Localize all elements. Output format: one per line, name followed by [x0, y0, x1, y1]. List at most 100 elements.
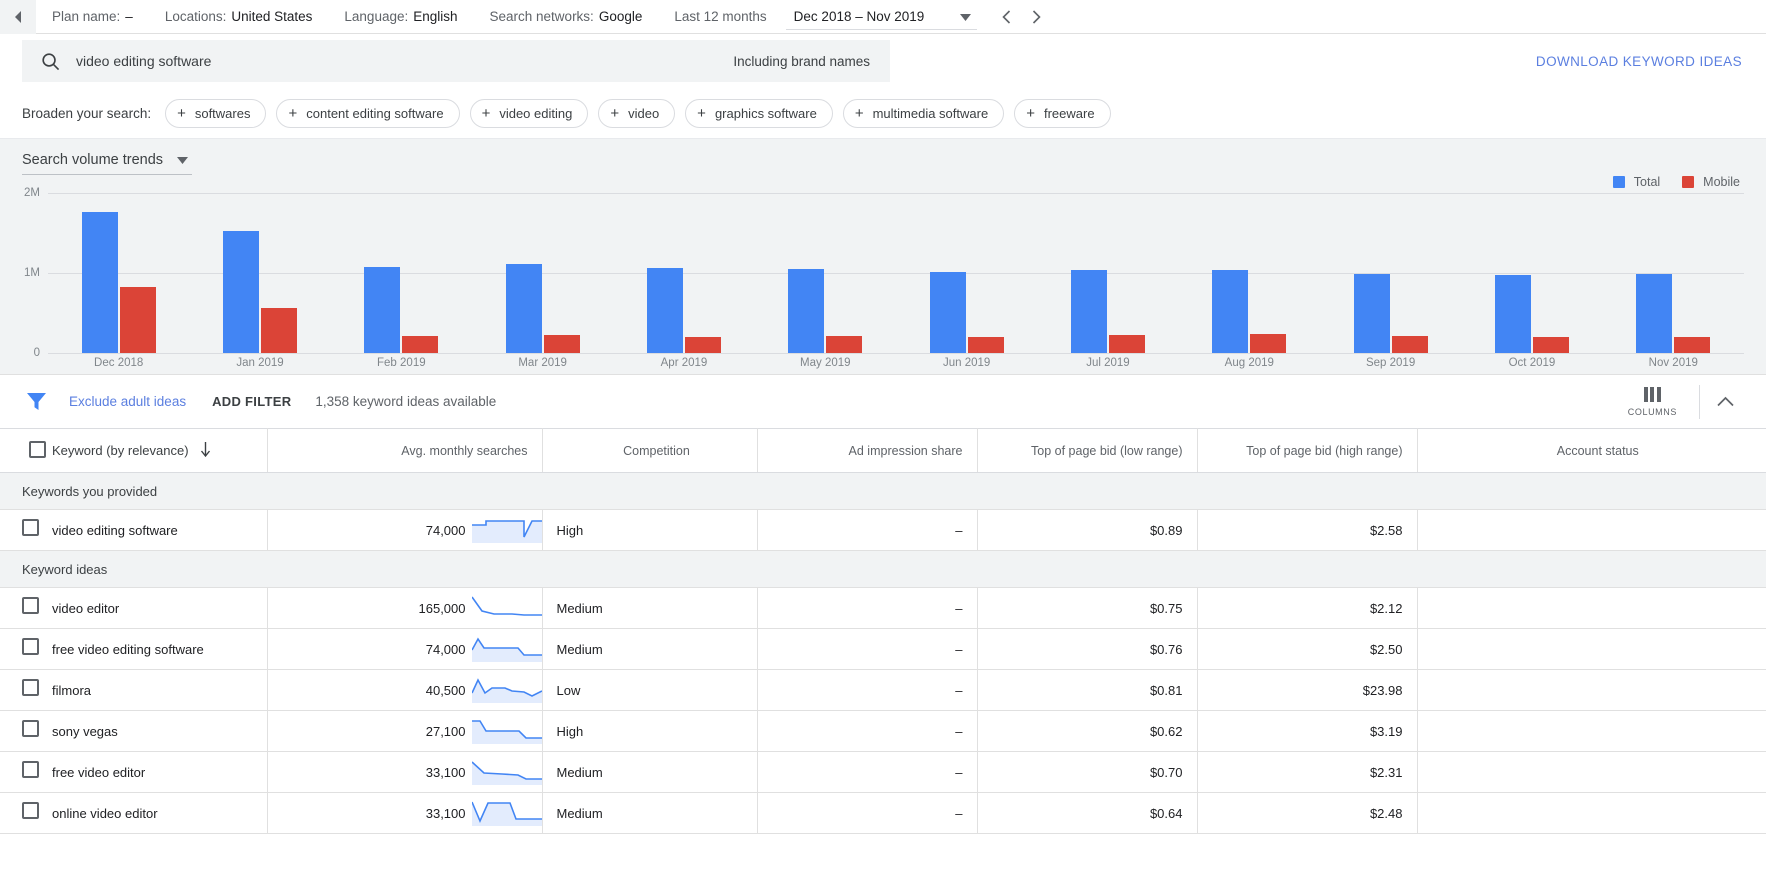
column-header-impression-share[interactable]: Ad impression share — [757, 428, 978, 473]
table-row[interactable]: filmora 40,500 Low – $0.81 $23.98 — [0, 669, 1766, 711]
cell-keyword[interactable]: filmora — [52, 669, 268, 711]
chart-bar-mobile[interactable] — [119, 286, 156, 353]
chart-month-group[interactable] — [755, 193, 896, 353]
setting-plan-name[interactable]: Plan name: – — [52, 9, 133, 24]
chart-bar-total[interactable] — [1353, 273, 1390, 353]
chart-bar-mobile[interactable] — [826, 335, 863, 353]
chart-bar-mobile[interactable] — [1391, 335, 1428, 353]
cell-keyword[interactable]: free video editing software — [52, 628, 268, 670]
chart-bar-total[interactable] — [364, 267, 401, 353]
chart-month-group[interactable] — [189, 193, 330, 353]
download-keyword-ideas-button[interactable]: DOWNLOAD KEYWORD IDEAS — [1536, 54, 1742, 69]
chart-bar-total[interactable] — [1636, 273, 1673, 353]
cell-keyword[interactable]: video editor — [52, 587, 268, 629]
broaden-chip-softwares[interactable]: + softwares — [165, 98, 267, 128]
chart-month-group[interactable] — [896, 193, 1037, 353]
table-row[interactable]: sony vegas 27,100 High – $0.62 $3.19 — [0, 710, 1766, 752]
legend-item-total[interactable]: Total — [1612, 175, 1660, 189]
legend-item-mobile[interactable]: Mobile — [1682, 175, 1740, 189]
search-input[interactable]: video editing software — [76, 53, 733, 69]
chart-title: Search volume trends — [22, 152, 164, 168]
collapse-panel-button[interactable] — [0, 0, 36, 34]
table-row[interactable]: video editing software 74,000 High – $0.89 $2… — [0, 509, 1766, 551]
chart-bar-mobile[interactable] — [967, 336, 1004, 353]
table-row[interactable]: free video editing software 74,000 Medium –… — [0, 628, 1766, 670]
table-row[interactable]: online video editor 33,100 Medium – $0.64 $2.… — [0, 792, 1766, 834]
columns-button[interactable]: COLUMNS — [1610, 386, 1695, 417]
setting-locations[interactable]: Locations: United States — [165, 9, 313, 24]
cell-keyword[interactable]: free video editor — [52, 751, 268, 793]
chart-month-group[interactable] — [1037, 193, 1178, 353]
add-filter-button[interactable]: ADD FILTER — [212, 394, 291, 409]
broaden-chip-content-editing-software[interactable]: + content editing software — [276, 98, 460, 128]
chart-bar-mobile[interactable] — [1108, 335, 1145, 353]
table-row[interactable]: free video editor 33,100 Medium – $0.70 $2.31 — [0, 751, 1766, 793]
column-header-bid-low[interactable]: Top of page bid (low range) — [977, 428, 1198, 473]
select-all-checkbox[interactable] — [28, 440, 46, 458]
filter-icon[interactable] — [26, 392, 47, 411]
cell-keyword[interactable]: video editing software — [52, 509, 268, 551]
date-range-value: Dec 2018 – Nov 2019 — [793, 8, 925, 24]
row-checkbox[interactable] — [22, 720, 39, 737]
chart-metric-selector[interactable]: Search volume trends — [22, 151, 193, 175]
row-checkbox[interactable] — [22, 679, 39, 696]
next-period-button[interactable] — [1021, 2, 1051, 32]
keyword-search-box[interactable]: video editing software Including brand n… — [22, 40, 890, 82]
chart-bar-total[interactable] — [1494, 275, 1531, 353]
row-checkbox[interactable] — [22, 802, 39, 819]
chart-bar-mobile[interactable] — [402, 336, 439, 353]
cell-competition: High — [542, 710, 758, 752]
row-checkbox[interactable] — [22, 638, 39, 655]
setting-language[interactable]: Language: English — [344, 9, 457, 24]
broaden-chip-freeware[interactable]: + freeware — [1014, 98, 1111, 128]
chart-bar-mobile[interactable] — [543, 335, 580, 353]
column-header-keyword[interactable]: Keyword (by relevance) — [52, 428, 268, 473]
chart-month-group[interactable] — [1320, 193, 1461, 353]
column-header-account-status[interactable]: Account status — [1417, 428, 1766, 473]
chart-bar-total[interactable] — [1212, 269, 1249, 353]
chart-bar-total[interactable] — [788, 269, 825, 353]
row-checkbox[interactable] — [22, 761, 39, 778]
column-header-competition[interactable]: Competition — [542, 428, 758, 473]
cell-keyword[interactable]: sony vegas — [52, 710, 268, 752]
chart-legend: Total Mobile — [1612, 175, 1740, 189]
chart-bar-total[interactable] — [1070, 269, 1107, 353]
setting-search-networks[interactable]: Search networks: Google — [490, 9, 643, 24]
chart-month-group[interactable] — [613, 193, 754, 353]
chart-month-group[interactable] — [1461, 193, 1602, 353]
chart-bar-mobile[interactable] — [684, 337, 721, 353]
plan-settings: Plan name: – Locations: United States La… — [36, 0, 1051, 34]
chart-bar-mobile[interactable] — [1532, 337, 1569, 353]
date-range-selector[interactable]: Dec 2018 – Nov 2019 — [785, 4, 978, 30]
previous-period-button[interactable] — [991, 2, 1021, 32]
broaden-chip-graphics-software[interactable]: + graphics software — [685, 98, 833, 128]
chart-month-group[interactable] — [1603, 193, 1744, 353]
collapse-chart-button[interactable] — [1704, 381, 1746, 423]
cell-keyword[interactable]: online video editor — [52, 792, 268, 834]
chart-bar-total[interactable] — [646, 268, 683, 353]
chart-bar-mobile[interactable] — [1674, 336, 1711, 353]
chart-month-group[interactable] — [48, 193, 189, 353]
broaden-chip-video[interactable]: + video — [598, 98, 676, 128]
exclude-adult-ideas-button[interactable]: Exclude adult ideas — [69, 394, 186, 409]
chart-month-group[interactable] — [1179, 193, 1320, 353]
broaden-chip-multimedia-software[interactable]: + multimedia software — [842, 98, 1005, 128]
column-header-bid-high[interactable]: Top of page bid (high range) — [1197, 428, 1418, 473]
table-row[interactable]: video editor 165,000 Medium – $0.75 $2.12 — [0, 587, 1766, 629]
chart-bar-total[interactable] — [222, 231, 259, 353]
select-all-header — [0, 428, 52, 473]
chart-month-group[interactable] — [331, 193, 472, 353]
cell-ad-impression-share: – — [757, 710, 978, 752]
chart-bar-total[interactable] — [505, 264, 542, 353]
column-header-volume[interactable]: Avg. monthly searches — [267, 428, 543, 473]
chart-x-tick-label: Apr 2019 — [660, 357, 708, 369]
chart-bar-total[interactable] — [929, 272, 966, 353]
chart-bar-total[interactable] — [81, 212, 118, 353]
chart-month-group[interactable] — [472, 193, 613, 353]
chart-bar-mobile[interactable] — [260, 308, 297, 353]
including-brand-names-toggle[interactable]: Including brand names — [733, 54, 870, 69]
row-checkbox[interactable] — [22, 597, 39, 614]
row-checkbox[interactable] — [22, 519, 39, 536]
broaden-chip-video-editing[interactable]: + video editing — [469, 98, 589, 128]
chart-bar-mobile[interactable] — [1250, 334, 1287, 353]
